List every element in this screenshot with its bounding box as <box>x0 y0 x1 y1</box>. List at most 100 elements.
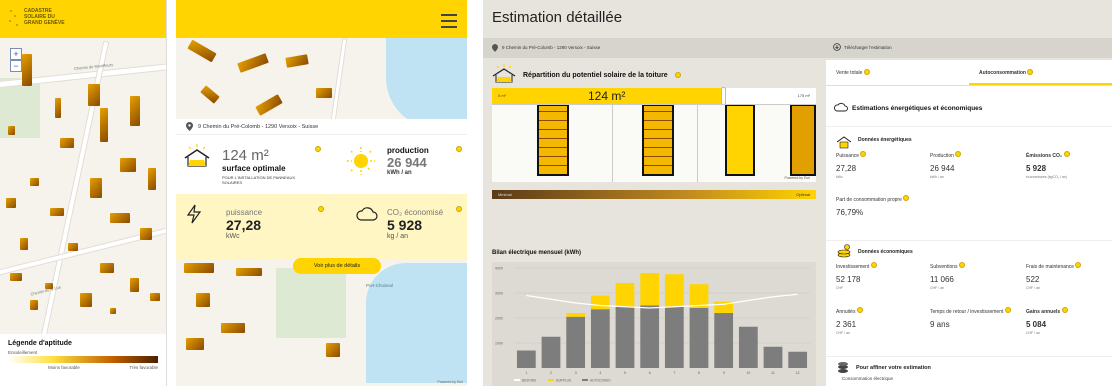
download-link[interactable]: Télécharger l'estimation <box>844 45 892 50</box>
logo-dot <box>9 20 11 22</box>
legend-low: Moins favorable <box>48 365 80 370</box>
map-panel-result: Port-Choiseul Powered by Esri 9 Chemin d… <box>176 0 467 386</box>
info-icon[interactable] <box>955 151 962 157</box>
x-tick-label: 3 <box>575 371 577 375</box>
bar-surplus <box>689 284 709 308</box>
logo-line: GRAND GENÈVE <box>24 20 65 26</box>
field-unit: CHF / an <box>1026 331 1041 335</box>
field-value: 9 ans <box>930 320 950 329</box>
map-panel-overview: CADASTRE SOLAIRE DU GRAND GENÈVE Chemin … <box>0 0 167 386</box>
bar-autoconso <box>664 306 684 368</box>
info-icon[interactable] <box>958 262 965 268</box>
field-value: 2 361 <box>836 320 857 329</box>
x-tick-label: 12 <box>796 371 800 375</box>
field-label: Puissance <box>836 153 860 159</box>
x-tick-label: 10 <box>746 371 750 375</box>
legend: Légende d'aptitude Ensoleillement Moins … <box>0 334 166 386</box>
surface-metric <box>182 144 212 172</box>
logo[interactable]: CADASTRE SOLAIRE DU GRAND GENÈVE <box>24 8 65 26</box>
field-unit: CHF / an <box>930 286 945 290</box>
roof-map[interactable]: Powered by Esri <box>492 104 816 182</box>
field-label: Investissement <box>836 264 870 270</box>
zoom-in-button[interactable]: + <box>10 48 22 60</box>
legend-title: Légende d'aptitude <box>8 340 72 347</box>
info-icon[interactable] <box>1075 262 1082 268</box>
field-label: Subventions <box>930 264 958 270</box>
left-pane: Répartition du potentiel solaire de la t… <box>489 60 819 386</box>
eco-subventions: Subventions 11 066 CHF / an <box>930 262 1020 290</box>
field-value: 5 084 <box>1026 320 1047 329</box>
legend-swatch <box>582 379 588 381</box>
y-tick-label: 3000 <box>495 292 503 296</box>
info-icon[interactable] <box>863 69 870 75</box>
sun-icon-wrap <box>346 146 376 178</box>
info-icon[interactable] <box>318 206 324 212</box>
lightning-icon <box>186 204 202 224</box>
surface-slider[interactable]: 0 m² 124 m² 175 m² <box>492 87 816 105</box>
eco-investissement: Investissement 52 178 CHF <box>836 262 926 290</box>
energy-title: Données énergétiques <box>858 137 912 143</box>
surface-block: 124 m² surface optimale POUR L'INSTALLAT… <box>222 147 322 185</box>
eco-annuites: Annuités 2 361 CHF / an <box>836 307 926 335</box>
house-sun-icon <box>492 64 516 83</box>
co2-block: CO₂ économisé 5 928 kg / an <box>387 208 443 240</box>
map-credit: Powered by Esri <box>784 176 810 180</box>
puissance-unit: kWc <box>226 233 240 240</box>
tab-autoconsommation[interactable]: Autoconsommation <box>969 60 1112 85</box>
tab-vente-totale[interactable]: Vente totale <box>826 60 969 85</box>
bar-autoconso <box>763 346 783 368</box>
header-bar <box>176 0 467 38</box>
legend-label: BESOINS <box>522 379 536 383</box>
field-value: 26 944 <box>930 164 955 173</box>
logo-dot <box>10 10 12 12</box>
puissance-label: puissance <box>226 208 263 217</box>
info-icon[interactable] <box>675 72 681 78</box>
field-value: 27,28 <box>836 164 857 173</box>
legend-label: SURPLUS <box>556 379 571 383</box>
bar-autoconso <box>590 309 610 368</box>
menu-icon[interactable] <box>441 14 457 32</box>
logo-dot <box>14 15 16 17</box>
bar-autoconso <box>689 308 709 368</box>
x-tick-label: 1 <box>525 371 527 375</box>
y-tick-label: 1000 <box>495 342 503 346</box>
download-icon[interactable] <box>833 43 841 51</box>
cloud-icon <box>356 207 378 221</box>
legend-gradient <box>8 356 158 363</box>
bar-autoconso <box>615 306 635 368</box>
info-icon[interactable] <box>903 195 910 201</box>
field-label: Temps de retour / investissement <box>930 309 1004 315</box>
info-icon[interactable] <box>860 151 867 157</box>
bar-autoconso <box>541 336 561 368</box>
info-icon[interactable] <box>1004 307 1011 313</box>
x-tick-label: 6 <box>649 371 651 375</box>
surface-label: surface optimale <box>222 164 286 173</box>
info-icon[interactable] <box>315 146 321 152</box>
info-icon[interactable] <box>1027 69 1034 75</box>
x-tick-label: 8 <box>698 371 700 375</box>
monthly-chart: 40003000200010001 2 3 4 5 6 7 8 9 10 11 12BESOINS SU… <box>492 262 816 386</box>
details-button[interactable]: Voir plus de détails <box>293 258 381 274</box>
eco-retour: Temps de retour / investissement 9 ans <box>930 307 1022 329</box>
refine-sub: Consommation électrique <box>842 376 894 381</box>
field-label: Frais de maintenance <box>1026 264 1075 270</box>
field-unit: économisées (kgCO₂ / an) <box>1026 175 1068 179</box>
coins-icon <box>838 362 848 373</box>
info-icon[interactable] <box>456 206 462 212</box>
info-icon[interactable] <box>1063 151 1070 157</box>
info-icon[interactable] <box>870 262 877 268</box>
lightning-icon-wrap <box>186 204 202 226</box>
refine-title: Pour affiner votre estimation <box>856 365 931 371</box>
surface-note: POUR L'INSTALLATION DE PANNEAUX SOLAIRES <box>222 175 296 185</box>
slider-value: 124 m² <box>588 89 626 103</box>
x-tick-label: 4 <box>599 371 601 375</box>
slider-handle[interactable] <box>721 87 726 105</box>
info-icon[interactable] <box>856 307 863 313</box>
info-icon[interactable] <box>1061 307 1068 313</box>
info-icon[interactable] <box>456 146 462 152</box>
slider-max: 175 m² <box>797 93 810 98</box>
estimation-card: Vente totale Autoconsommation Estimation… <box>826 60 1112 386</box>
header-bar: CADASTRE SOLAIRE DU GRAND GENÈVE <box>0 0 166 38</box>
zoom-out-button[interactable]: − <box>10 60 22 72</box>
energy-emissions: Émissions CO₂ 5 928 économisées (kgCO₂ /… <box>1026 151 1110 179</box>
